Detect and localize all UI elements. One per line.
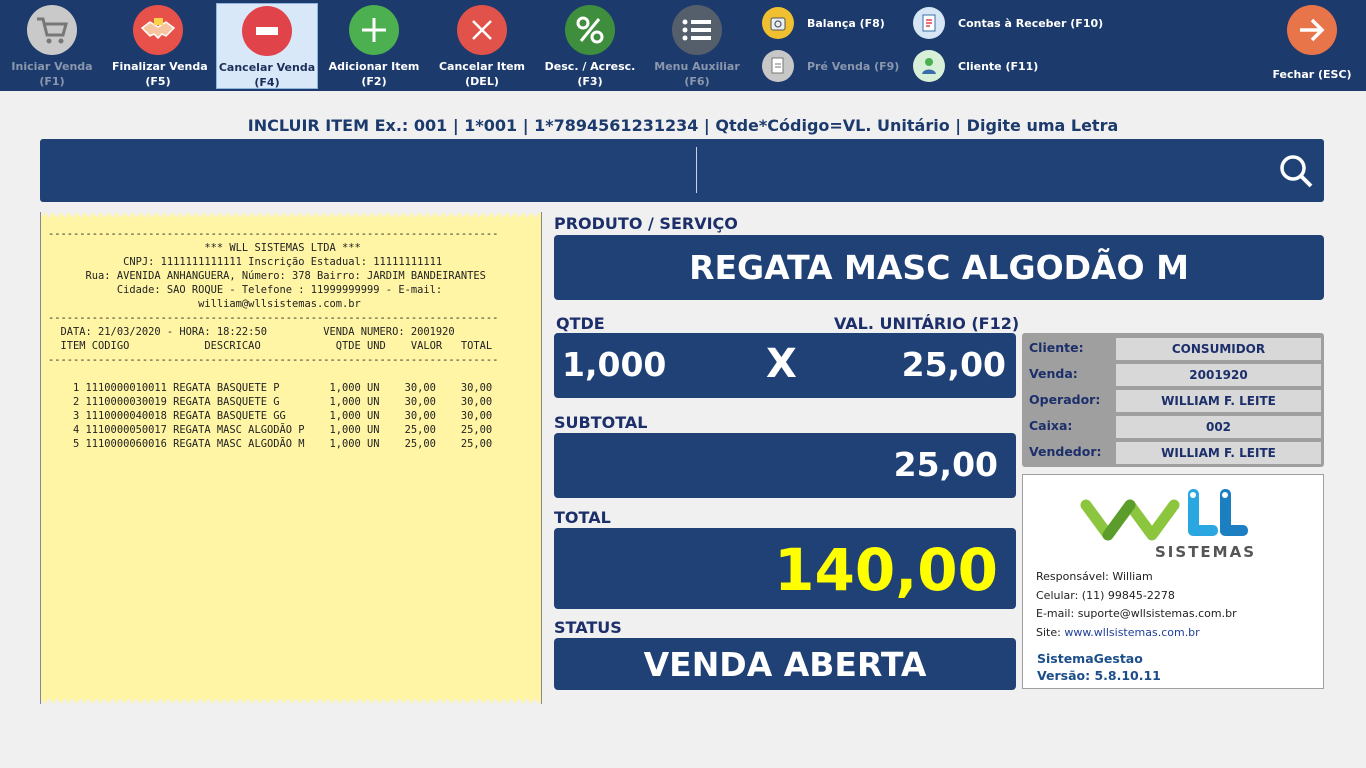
total-label: TOTAL [554, 508, 611, 527]
site-label: Site: [1036, 626, 1061, 639]
adicionar-item-label: Adicionar Item (F2) [328, 60, 420, 88]
sale-info-box: Cliente: CONSUMIDOR Venda: 2001920 Opera… [1022, 333, 1324, 467]
adicionar-item-button[interactable]: Adicionar Item (F2) [326, 3, 422, 89]
text-caret [696, 147, 697, 193]
invoice-icon [913, 7, 945, 39]
site-line: Site: www.wllsistemas.com.br [1036, 626, 1200, 639]
menu-auxiliar-label: Menu Auxiliar (F6) [654, 60, 740, 88]
info-row-cliente: Cliente: CONSUMIDOR [1022, 336, 1324, 360]
unit-value-label: VAL. UNITÁRIO (F12) [834, 314, 1020, 333]
pre-venda-button[interactable]: Pré Venda (F9) [762, 48, 899, 84]
qty-unit-panel: 1,000 X 25,00 [554, 333, 1016, 398]
info-row-vendedor: Vendedor: WILLIAM F. LEITE [1022, 440, 1324, 464]
unit-value: 25,00 [901, 345, 1006, 384]
info-key: Vendedor: [1029, 444, 1102, 459]
item-search-bar [40, 139, 1324, 202]
cancelar-item-button[interactable]: Cancelar Item (DEL) [436, 3, 528, 89]
qty-value: 1,000 [562, 345, 667, 384]
minus-circle-icon [242, 6, 292, 56]
cancelar-venda-label: Cancelar Venda (F4) [218, 61, 316, 89]
cliente-label: Cliente (F11) [958, 59, 1039, 73]
info-value: CONSUMIDOR [1116, 338, 1321, 360]
fechar-button[interactable]: Fechar (ESC) [1270, 3, 1354, 89]
company-info-box: SISTEMAS Responsável: William Celular: (… [1022, 474, 1324, 689]
info-value: WILLIAM F. LEITE [1116, 442, 1321, 464]
info-value: 002 [1116, 416, 1321, 438]
plus-icon [349, 5, 399, 55]
responsavel-text: Responsável: William [1036, 570, 1153, 583]
include-item-hint: INCLUIR ITEM Ex.: 001 | 1*001 | 1*789456… [247, 116, 1119, 135]
email-text: E-mail: suporte@wllsistemas.com.br [1036, 607, 1237, 620]
info-key: Cliente: [1029, 340, 1084, 355]
scale-icon [762, 7, 794, 39]
info-value: 2001920 [1116, 364, 1321, 386]
contas-receber-button[interactable]: Contas à Receber (F10) [913, 5, 1103, 41]
menu-auxiliar-button[interactable]: Menu Auxiliar (F6) [652, 3, 742, 89]
item-search-input[interactable] [40, 139, 1260, 202]
times-symbol: X [766, 341, 797, 387]
close-icon [457, 5, 507, 55]
desconto-acrescimo-label: Desc. / Acresc. (F3) [544, 60, 636, 88]
desconto-acrescimo-button[interactable]: Desc. / Acresc. (F3) [544, 3, 636, 89]
system-version: Versão: 5.8.10.11 [1037, 668, 1161, 683]
logo-text: SISTEMAS [1155, 543, 1257, 561]
balanca-label: Balança (F8) [807, 16, 885, 30]
finalizar-venda-label: Finalizar Venda (F5) [112, 60, 208, 88]
handshake-icon [133, 5, 183, 55]
iniciar-venda-label: Iniciar Venda (F1) [11, 60, 93, 88]
total-value: 140,00 [774, 536, 998, 604]
balanca-button[interactable]: Balança (F8) [762, 5, 885, 41]
client-icon [913, 50, 945, 82]
document-icon [762, 50, 794, 82]
receipt-coupon: ----------------------------------------… [40, 212, 542, 704]
subtotal-value: 25,00 [893, 445, 998, 484]
product-label: PRODUTO / SERVIÇO [554, 214, 738, 233]
receipt-top-edge [41, 212, 541, 218]
subtotal-panel: 25,00 [554, 433, 1016, 498]
receipt-text: ----------------------------------------… [48, 228, 499, 450]
arrow-right-icon [1287, 5, 1337, 55]
status-value: VENDA ABERTA [554, 638, 1016, 690]
fechar-label: Fechar (ESC) [1272, 68, 1352, 81]
info-row-venda: Venda: 2001920 [1022, 362, 1324, 386]
percent-icon [565, 5, 615, 55]
total-panel: 140,00 [554, 528, 1016, 609]
list-icon [672, 5, 722, 55]
info-row-caixa: Caixa: 002 [1022, 414, 1324, 438]
cliente-button[interactable]: Cliente (F11) [913, 48, 1038, 84]
info-key: Venda: [1029, 366, 1078, 381]
cart-icon [27, 5, 77, 55]
cancelar-item-label: Cancelar Item (DEL) [438, 60, 526, 88]
finalizar-venda-button[interactable]: Finalizar Venda (F5) [112, 3, 208, 89]
contas-receber-label: Contas à Receber (F10) [958, 16, 1104, 30]
subtotal-label: SUBTOTAL [554, 413, 648, 432]
celular-text: Celular: (11) 99845-2278 [1036, 589, 1175, 602]
site-link[interactable]: www.wllsistemas.com.br [1064, 626, 1199, 639]
pre-venda-label: Pré Venda (F9) [807, 59, 900, 73]
system-name: SistemaGestao [1037, 651, 1143, 666]
info-row-operador: Operador: WILLIAM F. LEITE [1022, 388, 1324, 412]
info-value: WILLIAM F. LEITE [1116, 390, 1321, 412]
receipt-bottom-edge [41, 698, 541, 704]
cancelar-venda-button[interactable]: Cancelar Venda (F4) [216, 3, 318, 89]
search-icon[interactable] [1278, 153, 1314, 189]
toolbar: Iniciar Venda (F1) Finalizar Venda (F5) Ca… [0, 0, 1366, 91]
info-key: Operador: [1029, 392, 1101, 407]
qty-label: QTDE [556, 314, 605, 333]
iniciar-venda-button[interactable]: Iniciar Venda (F1) [8, 3, 96, 89]
status-label: STATUS [554, 618, 622, 637]
product-name-display: REGATA MASC ALGODÃO M [554, 235, 1324, 300]
info-key: Caixa: [1029, 418, 1073, 433]
